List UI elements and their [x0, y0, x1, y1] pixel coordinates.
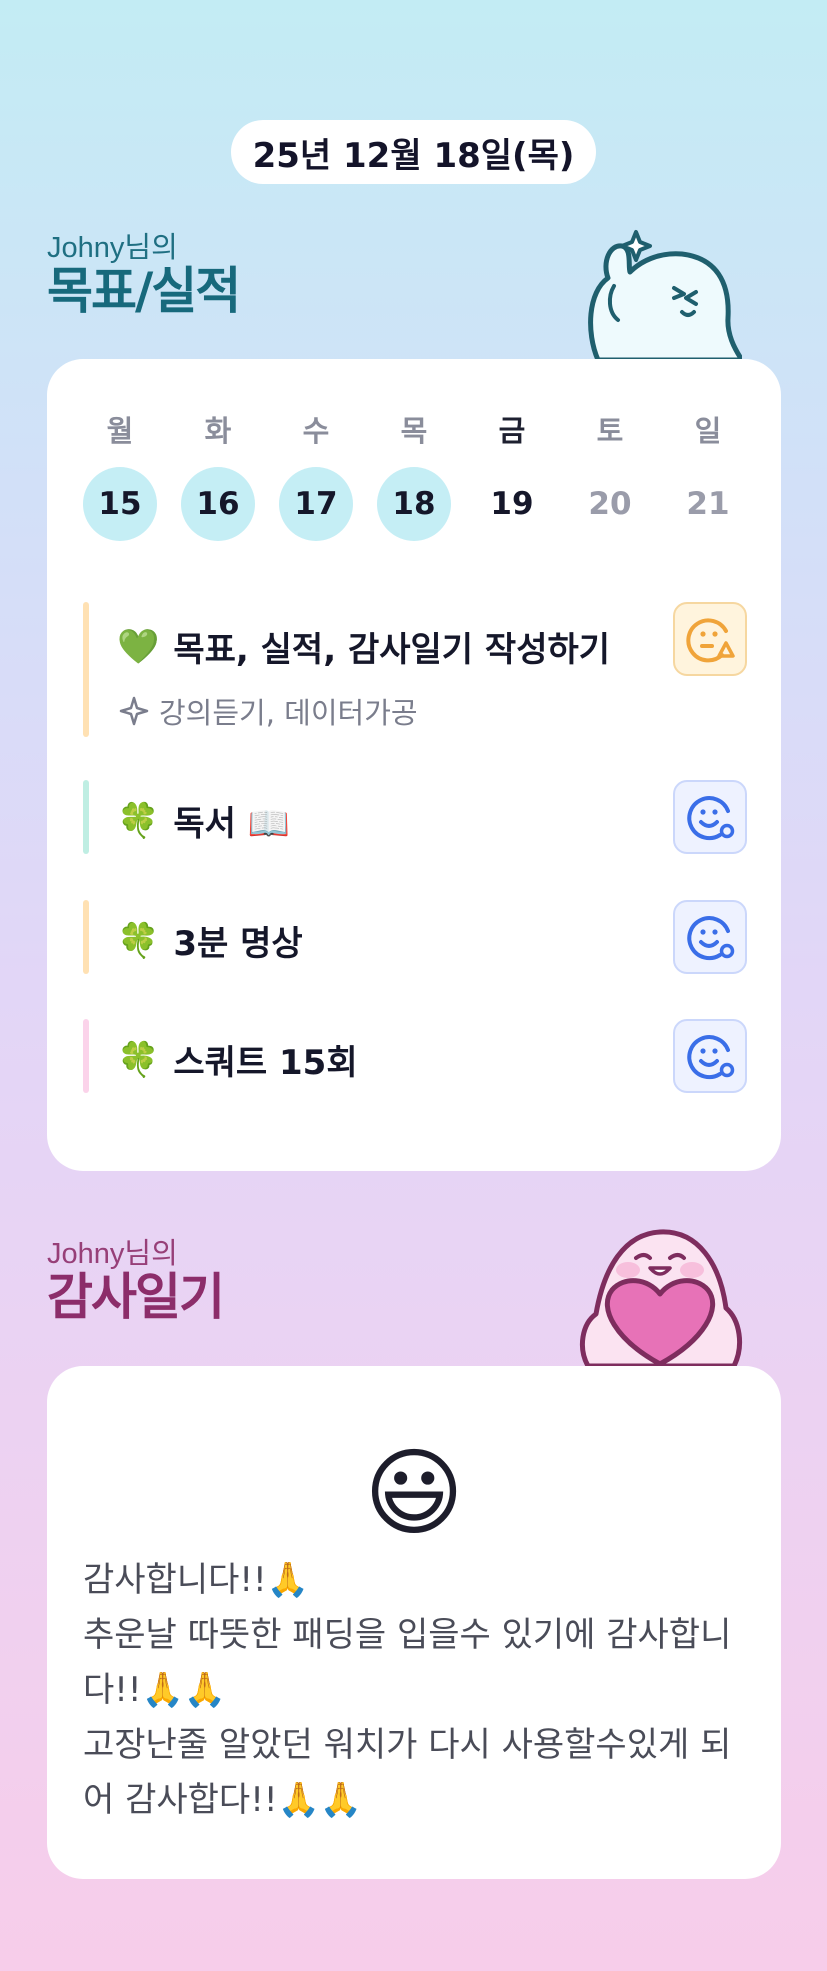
goal-item[interactable]: 🍀 3분 명상 [83, 900, 747, 974]
day-number[interactable]: 19 [475, 467, 549, 541]
goal-title: 🍀 독서 📖 [117, 796, 290, 845]
goal-color-bar [83, 780, 89, 854]
goal-color-bar [83, 900, 89, 974]
smile-face-icon [687, 1035, 735, 1080]
day-sun[interactable]: 일 21 [671, 411, 745, 541]
smile-face-icon [687, 916, 735, 961]
goal-subtext: 강의듣기, 데이터가공 [119, 690, 418, 732]
goal-emoji: 🍀 [117, 1039, 160, 1080]
sparkle-outline-icon [119, 696, 149, 726]
goal-emoji: 💚 [117, 626, 160, 667]
goal-title-text: 목표, 실적, 감사일기 작성하기 [173, 630, 611, 670]
day-name: 화 [204, 414, 232, 448]
day-name: 월 [106, 414, 134, 448]
mood-warning-button[interactable] [673, 602, 747, 676]
goal-item[interactable]: 🍀 스쿼트 15회 [83, 1019, 747, 1093]
day-number[interactable]: 15 [83, 467, 157, 541]
day-sat[interactable]: 토 20 [573, 411, 647, 541]
mood-smile-button[interactable] [673, 780, 747, 854]
goal-title-text: 스쿼트 15회 [173, 1043, 358, 1083]
diary-section-title: 감사일기 [47, 1268, 225, 1326]
day-wed[interactable]: 수 17 [279, 411, 353, 541]
day-number[interactable]: 16 [181, 467, 255, 541]
goal-title: 💚 목표, 실적, 감사일기 작성하기 [117, 622, 610, 671]
diary-text: 감사합니다!!🙏 추운날 따뜻한 패딩을 입을수 있기에 감사합니다!!🙏🙏 고… [83, 1560, 732, 1820]
goal-title-text: 3분 명상 [173, 924, 303, 964]
date-header[interactable]: 25년 12월 18일(목) [231, 120, 596, 184]
day-number[interactable]: 20 [573, 467, 647, 541]
goal-title-text: 독서 📖 [173, 804, 291, 844]
diary-section-header: Johny님의 감사일기 [47, 1238, 225, 1326]
day-name: 토 [596, 414, 624, 448]
day-thu[interactable]: 목 18 [377, 411, 451, 541]
day-number[interactable]: 18 [377, 467, 451, 541]
warning-face-icon [686, 618, 735, 663]
day-name: 수 [302, 414, 330, 448]
goal-title: 🍀 스쿼트 15회 [117, 1035, 358, 1084]
day-name: 일 [694, 414, 722, 448]
goal-user-label: Johny님의 [47, 232, 178, 264]
diary-mood-emoji[interactable]: 😃 [47, 1438, 781, 1548]
goal-section-title: 목표/실적 [47, 262, 241, 320]
day-name: 금 [498, 414, 526, 448]
goal-item[interactable]: 🍀 독서 📖 [83, 780, 747, 854]
goal-emoji: 🍀 [117, 920, 160, 961]
day-fri[interactable]: 금 19 [475, 411, 549, 541]
smile-face-icon [687, 796, 735, 841]
diary-user-label: Johny님의 [47, 1238, 178, 1270]
goal-section-header: Johny님의 목표/실적 [47, 232, 241, 320]
goal-subtext-label: 강의듣기, 데이터가공 [159, 696, 418, 730]
day-mon[interactable]: 월 15 [83, 411, 157, 541]
diary-card: 😃 감사합니다!!🙏 추운날 따뜻한 패딩을 입을수 있기에 감사합니다!!🙏🙏… [47, 1366, 781, 1879]
day-name: 목 [400, 414, 428, 448]
day-tue[interactable]: 화 16 [181, 411, 255, 541]
goal-card: 월 15 화 16 수 17 목 18 금 19 토 20 일 21 💚 목표,… [47, 359, 781, 1171]
goal-emoji: 🍀 [117, 800, 160, 841]
goal-item[interactable]: 💚 목표, 실적, 감사일기 작성하기 강의듣기, 데이터가공 [83, 602, 747, 737]
goal-color-bar [83, 602, 89, 737]
mood-smile-button[interactable] [673, 1019, 747, 1093]
day-number[interactable]: 21 [671, 467, 745, 541]
pink-heart-character-icon [579, 1229, 742, 1366]
day-number[interactable]: 17 [279, 467, 353, 541]
waving-ghost-character-icon [588, 230, 742, 360]
mood-smile-button[interactable] [673, 900, 747, 974]
goal-color-bar [83, 1019, 89, 1093]
goal-title: 🍀 3분 명상 [117, 916, 303, 965]
